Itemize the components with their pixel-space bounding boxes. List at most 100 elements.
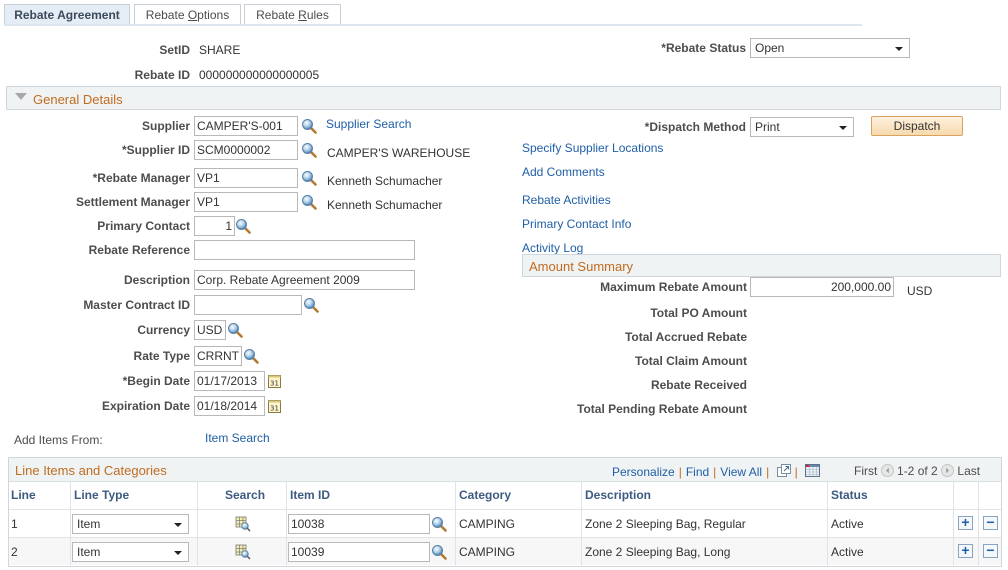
tab-label-post: ules — [306, 8, 329, 22]
begin-date-input[interactable]: 01/17/2013 — [194, 371, 265, 391]
primary-contact-input[interactable]: 1 — [194, 216, 235, 236]
item-id-input[interactable]: 10039 — [288, 542, 430, 562]
rebate-status-select[interactable]: Open — [750, 38, 910, 58]
amount-summary-title: Amount Summary — [529, 259, 634, 274]
col-header-item-id[interactable]: Item ID — [288, 482, 330, 509]
tab-label-post: ptions — [197, 8, 230, 22]
delete-row-icon[interactable]: − — [983, 543, 998, 558]
column-divider — [581, 482, 582, 567]
description-cell: Zone 2 Sleeping Bag, Regular — [585, 517, 746, 531]
grid-header: Line Items and Categories Personalize | Fi… — [9, 458, 1001, 482]
supplier-lookup-icon[interactable] — [301, 118, 317, 134]
rebate-manager-input[interactable]: VP1 — [194, 168, 298, 188]
add-items-from-label: Add Items From: — [14, 433, 103, 447]
dispatch-method-select[interactable]: Print — [750, 117, 854, 137]
new-window-icon[interactable] — [776, 464, 791, 477]
expiration-date-label: Expiration Date — [101, 399, 190, 413]
add-comments-link[interactable]: Add Comments — [522, 165, 605, 179]
rebate-reference-input[interactable] — [194, 240, 415, 260]
total-accrued-label: Total Accrued Rebate — [624, 330, 747, 344]
dispatch-method-value: Print — [755, 120, 780, 134]
delete-row-icon[interactable]: − — [983, 515, 998, 530]
line-type-select[interactable]: Item — [72, 514, 189, 534]
table-row: 1 Item 10038 CAMPING Zone 2 Sleeping Bag… — [9, 509, 1001, 537]
total-pending-label: Total Pending Rebate Amount — [577, 402, 747, 416]
line-type-select[interactable]: Item — [72, 542, 189, 562]
rebate-manager-label: *Rebate Manager — [92, 171, 190, 185]
primary-contact-lookup-icon[interactable] — [235, 218, 251, 234]
settlement-manager-label: Settlement Manager — [75, 195, 190, 209]
tab-rebate-options[interactable]: Rebate Options — [134, 4, 241, 26]
currency-label: Currency — [137, 323, 190, 337]
category-cell: CAMPING — [459, 517, 516, 531]
master-contract-input[interactable] — [194, 295, 302, 315]
supplier-search-link[interactable]: Supplier Search — [326, 117, 411, 131]
activity-log-link[interactable]: Activity Log — [522, 241, 583, 255]
personalize-link[interactable]: Personalize — [612, 465, 675, 479]
previous-arrow-icon — [880, 464, 894, 477]
description-label: Description — [123, 273, 190, 287]
col-header-line[interactable]: Line — [9, 482, 36, 509]
rebate-activities-link[interactable]: Rebate Activities — [522, 193, 611, 207]
spreadsheet-download-icon[interactable] — [805, 464, 821, 477]
currency-input[interactable]: USD — [194, 320, 226, 340]
dispatch-method-label: *Dispatch Method — [644, 120, 746, 134]
supplier-id-lookup-icon[interactable] — [301, 142, 317, 158]
description-input[interactable]: Corp. Rebate Agreement 2009 — [194, 270, 415, 290]
tab-rebate-agreement[interactable]: Rebate Agreement — [4, 4, 130, 26]
line-type-value: Item — [77, 517, 101, 531]
column-divider — [827, 482, 828, 567]
calendar-icon[interactable] — [268, 374, 281, 388]
setid-label: SetID — [159, 43, 190, 57]
currency-lookup-icon[interactable] — [227, 322, 243, 338]
line-number: 1 — [11, 517, 18, 531]
grid-search-icon[interactable] — [235, 544, 251, 560]
item-search-link[interactable]: Item Search — [205, 431, 270, 445]
general-details-header[interactable]: General Details — [6, 86, 1001, 110]
col-header-search: Search — [225, 488, 266, 502]
begin-date-label: *Begin Date — [122, 374, 190, 388]
supplier-id-label: *Supplier ID — [121, 143, 190, 157]
supplier-id-input[interactable]: SCM0000002 — [194, 140, 298, 160]
expiration-date-input[interactable]: 01/18/2014 — [194, 396, 265, 416]
table-row: 2 Item 10039 CAMPING Zone 2 Sleeping Bag… — [9, 537, 1001, 565]
find-link[interactable]: Find — [686, 465, 709, 479]
primary-contact-info-link[interactable]: Primary Contact Info — [522, 217, 631, 231]
max-rebate-input[interactable]: 200,000.00 — [750, 277, 894, 297]
settlement-manager-lookup-icon[interactable] — [301, 194, 317, 210]
item-id-lookup-icon[interactable] — [431, 544, 447, 560]
item-id-lookup-icon[interactable] — [431, 516, 447, 532]
col-header-category[interactable]: Category — [457, 482, 511, 509]
rebate-manager-lookup-icon[interactable] — [301, 170, 317, 186]
tab-rebate-rules[interactable]: Rebate Rules — [244, 4, 341, 26]
tab-label-pre: Rebate — [145, 8, 188, 22]
col-header-status[interactable]: Status — [829, 482, 868, 509]
collapse-triangle-icon[interactable] — [15, 93, 27, 100]
rebate-received-label: Rebate Received — [650, 378, 747, 392]
rebate-reference-label: Rebate Reference — [88, 243, 190, 257]
rate-type-input[interactable]: CRRNT — [194, 346, 242, 366]
add-row-icon[interactable]: + — [958, 515, 973, 530]
last-link: Last — [957, 464, 981, 478]
status-cell: Active — [831, 517, 864, 531]
max-rebate-label: Maximum Rebate Amount — [600, 280, 747, 294]
item-id-input[interactable]: 10038 — [288, 514, 430, 534]
specify-supplier-locations-link[interactable]: Specify Supplier Locations — [522, 141, 663, 155]
add-row-icon[interactable]: + — [958, 543, 973, 558]
col-header-line-type[interactable]: Line Type — [72, 482, 129, 509]
view-all-link[interactable]: View All — [720, 465, 762, 479]
rate-type-lookup-icon[interactable] — [243, 348, 259, 364]
master-contract-lookup-icon[interactable] — [303, 297, 319, 313]
line-type-value: Item — [77, 545, 101, 559]
category-cell: CAMPING — [459, 545, 516, 559]
general-details-title: General Details — [33, 92, 123, 107]
column-divider — [953, 482, 954, 567]
supplier-input[interactable]: CAMPER'S-001 — [194, 116, 298, 136]
calendar-icon[interactable] — [268, 399, 281, 413]
first-link: First — [854, 464, 878, 478]
dispatch-button[interactable]: Dispatch — [871, 116, 963, 136]
settlement-manager-input[interactable]: VP1 — [194, 192, 298, 212]
settlement-manager-name: Kenneth Schumacher — [327, 198, 443, 212]
col-header-description[interactable]: Description — [583, 482, 651, 509]
grid-search-icon[interactable] — [235, 516, 251, 532]
